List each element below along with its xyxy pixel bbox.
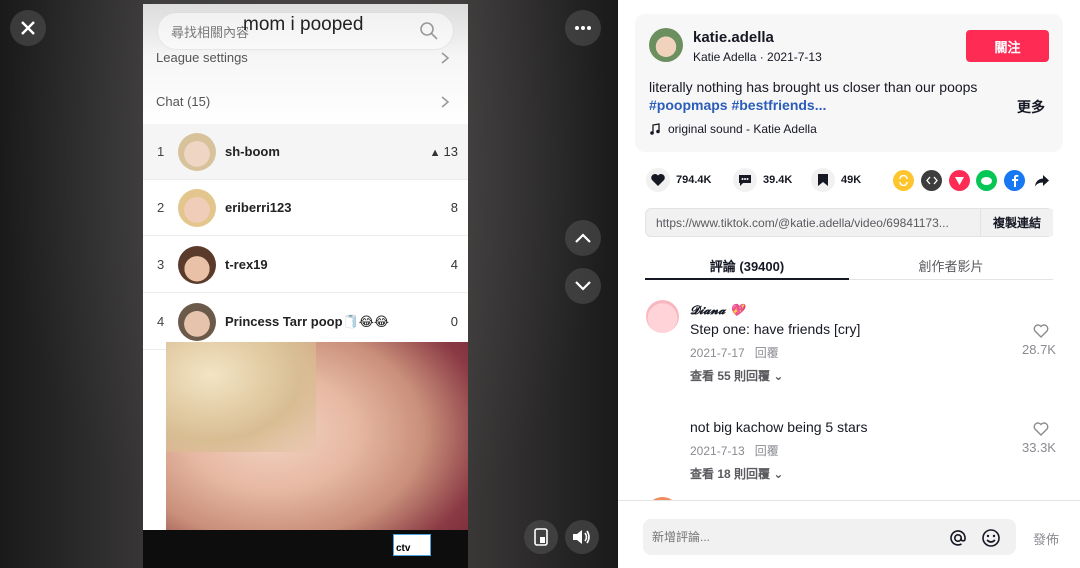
- chevron-down-icon: ⌄: [773, 369, 784, 383]
- heart-icon: [646, 168, 670, 192]
- tab-creator-videos[interactable]: 創作者影片: [849, 256, 1053, 275]
- save-button[interactable]: 49K: [811, 168, 861, 192]
- settings-row-league: League settings: [143, 38, 468, 78]
- heart-outline-icon[interactable]: [1032, 420, 1050, 438]
- video-player[interactable]: 尋找相關內容 mom i pooped League settings Chat…: [0, 0, 618, 568]
- emoji-icon[interactable]: [981, 528, 1001, 548]
- comment-text: Step one: have friends [cry]: [690, 321, 861, 337]
- comment-count: 39.4K: [763, 174, 793, 186]
- like-button[interactable]: 794.4K: [646, 168, 711, 192]
- author-meta: Katie Adella · 2021-7-13: [693, 50, 822, 64]
- leaderboard-row: 1 sh-boom ▲ 13: [143, 124, 468, 180]
- chevron-right-icon: [441, 96, 450, 108]
- leaderboard-row: 2 eriberri123 8: [143, 180, 468, 236]
- repost-icon[interactable]: [893, 170, 914, 191]
- comment-meta: 2021-7-13 回覆: [690, 444, 779, 458]
- facebook-icon[interactable]: [1004, 170, 1025, 191]
- bookmark-icon: [811, 168, 835, 192]
- chevron-down-icon: [575, 281, 591, 291]
- comment-username[interactable]: 𝓓𝓲𝓪𝓷𝓪 💖: [690, 303, 745, 318]
- chevron-up-icon: [575, 233, 591, 243]
- chevron-right-icon: [441, 52, 450, 64]
- comment-count-button[interactable]: 39.4K: [733, 168, 792, 192]
- hashtags[interactable]: #poopmaps #bestfriends...: [649, 97, 826, 113]
- video-url-text[interactable]: https://www.tiktok.com/@katie.adella/vid…: [656, 216, 949, 230]
- comment-meta: 2021-7-17 回覆: [690, 346, 779, 360]
- leaderboard-row: 3 t-rex19 4: [143, 237, 468, 293]
- settings-row-label: League settings: [156, 50, 248, 65]
- avatar[interactable]: [646, 300, 679, 333]
- comment-tabs: 評論 (39400) 創作者影片: [645, 250, 1053, 280]
- embed-icon[interactable]: [921, 170, 942, 191]
- greenscreen-person-hair: [166, 342, 316, 452]
- line-icon[interactable]: [976, 170, 997, 191]
- volume-button[interactable]: [565, 520, 599, 554]
- copy-link-button[interactable]: 複製連結: [980, 209, 1053, 236]
- leaderboard-rank: 4: [157, 314, 165, 329]
- reply-button[interactable]: 回覆: [755, 444, 779, 458]
- avatar: [178, 246, 216, 284]
- active-tab-indicator: [645, 278, 849, 280]
- author-username[interactable]: katie.adella: [693, 29, 774, 46]
- avatar: [178, 303, 216, 341]
- more-options-button[interactable]: [565, 10, 601, 46]
- avatar: [178, 189, 216, 227]
- avatar: [178, 133, 216, 171]
- video-description: literally nothing has brought us closer …: [649, 79, 978, 95]
- reply-button[interactable]: 回覆: [755, 346, 779, 360]
- comment-list[interactable]: 𝓓𝓲𝓪𝓷𝓪 💖 Step one: have friends [cry] 202…: [618, 290, 1080, 500]
- music-note-icon: [650, 123, 660, 135]
- comment-icon: [733, 168, 757, 192]
- close-button[interactable]: [10, 10, 46, 46]
- mention-icon[interactable]: [948, 528, 968, 548]
- post-comment-button[interactable]: 發佈: [1033, 529, 1059, 548]
- video-caption-text: mom i pooped: [243, 14, 364, 35]
- avatar[interactable]: [649, 28, 683, 62]
- settings-row-chat: Chat (15): [143, 82, 468, 122]
- view-replies-button[interactable]: 查看 18 則回覆 ⌄: [690, 465, 783, 482]
- leaderboard-score: 8: [450, 200, 458, 215]
- leaderboard-name: sh-boom: [225, 144, 280, 159]
- sound-name: original sound - Katie Adella: [668, 122, 817, 136]
- save-count: 49K: [841, 174, 862, 186]
- leaderboard-rank: 3: [157, 257, 165, 272]
- sound-link[interactable]: original sound - Katie Adella: [649, 122, 817, 136]
- leaderboard-score: 4: [450, 257, 458, 272]
- leaderboard-name: Princess Tarr poop🧻😂😂: [225, 314, 390, 329]
- settings-row-label: Chat (15): [156, 94, 211, 109]
- leaderboard-rank: 1: [157, 144, 165, 159]
- close-icon: [21, 21, 35, 35]
- leaderboard-score: 0: [450, 314, 458, 329]
- video-link-box: https://www.tiktok.com/@katie.adella/vid…: [645, 208, 1053, 237]
- send-icon[interactable]: [949, 170, 970, 191]
- heart-outline-icon[interactable]: [1032, 322, 1050, 340]
- next-video-button[interactable]: [565, 268, 601, 304]
- like-count: 794.4K: [676, 174, 712, 186]
- video-frame: 尋找相關內容 mom i pooped League settings Chat…: [143, 4, 468, 568]
- comment-like-count: 28.7K: [1022, 342, 1056, 357]
- volume-icon: [573, 530, 590, 544]
- view-replies-button[interactable]: 查看 55 則回覆 ⌄: [690, 367, 783, 384]
- comment-composer: 發佈: [618, 500, 1080, 568]
- expand-description-button[interactable]: 更多: [1017, 97, 1045, 117]
- comment-like-count: 33.3K: [1022, 440, 1056, 455]
- comment-text: not big kachow being 5 stars: [690, 419, 868, 435]
- poop-icon: ▲: [429, 147, 441, 159]
- more-icon: [575, 26, 591, 30]
- leaderboard-name: eriberri123: [225, 200, 292, 215]
- follow-button[interactable]: 關注: [966, 30, 1049, 62]
- video-details-panel: katie.adella Katie Adella · 2021-7-13 關注…: [618, 0, 1080, 568]
- chevron-down-icon: ⌄: [773, 467, 784, 481]
- picture-in-picture-button[interactable]: [524, 520, 558, 554]
- leaderboard-name: t-rex19: [225, 257, 268, 272]
- ad-badge-text: ctv: [396, 543, 411, 554]
- share-arrow-icon[interactable]: [1031, 170, 1052, 191]
- pip-icon: [534, 528, 548, 546]
- leaderboard-rank: 2: [157, 200, 165, 215]
- tab-comments[interactable]: 評論 (39400): [645, 256, 849, 275]
- author-card: katie.adella Katie Adella · 2021-7-13 關注…: [635, 14, 1063, 152]
- leaderboard-score: ▲ 13: [429, 144, 458, 159]
- previous-video-button[interactable]: [565, 220, 601, 256]
